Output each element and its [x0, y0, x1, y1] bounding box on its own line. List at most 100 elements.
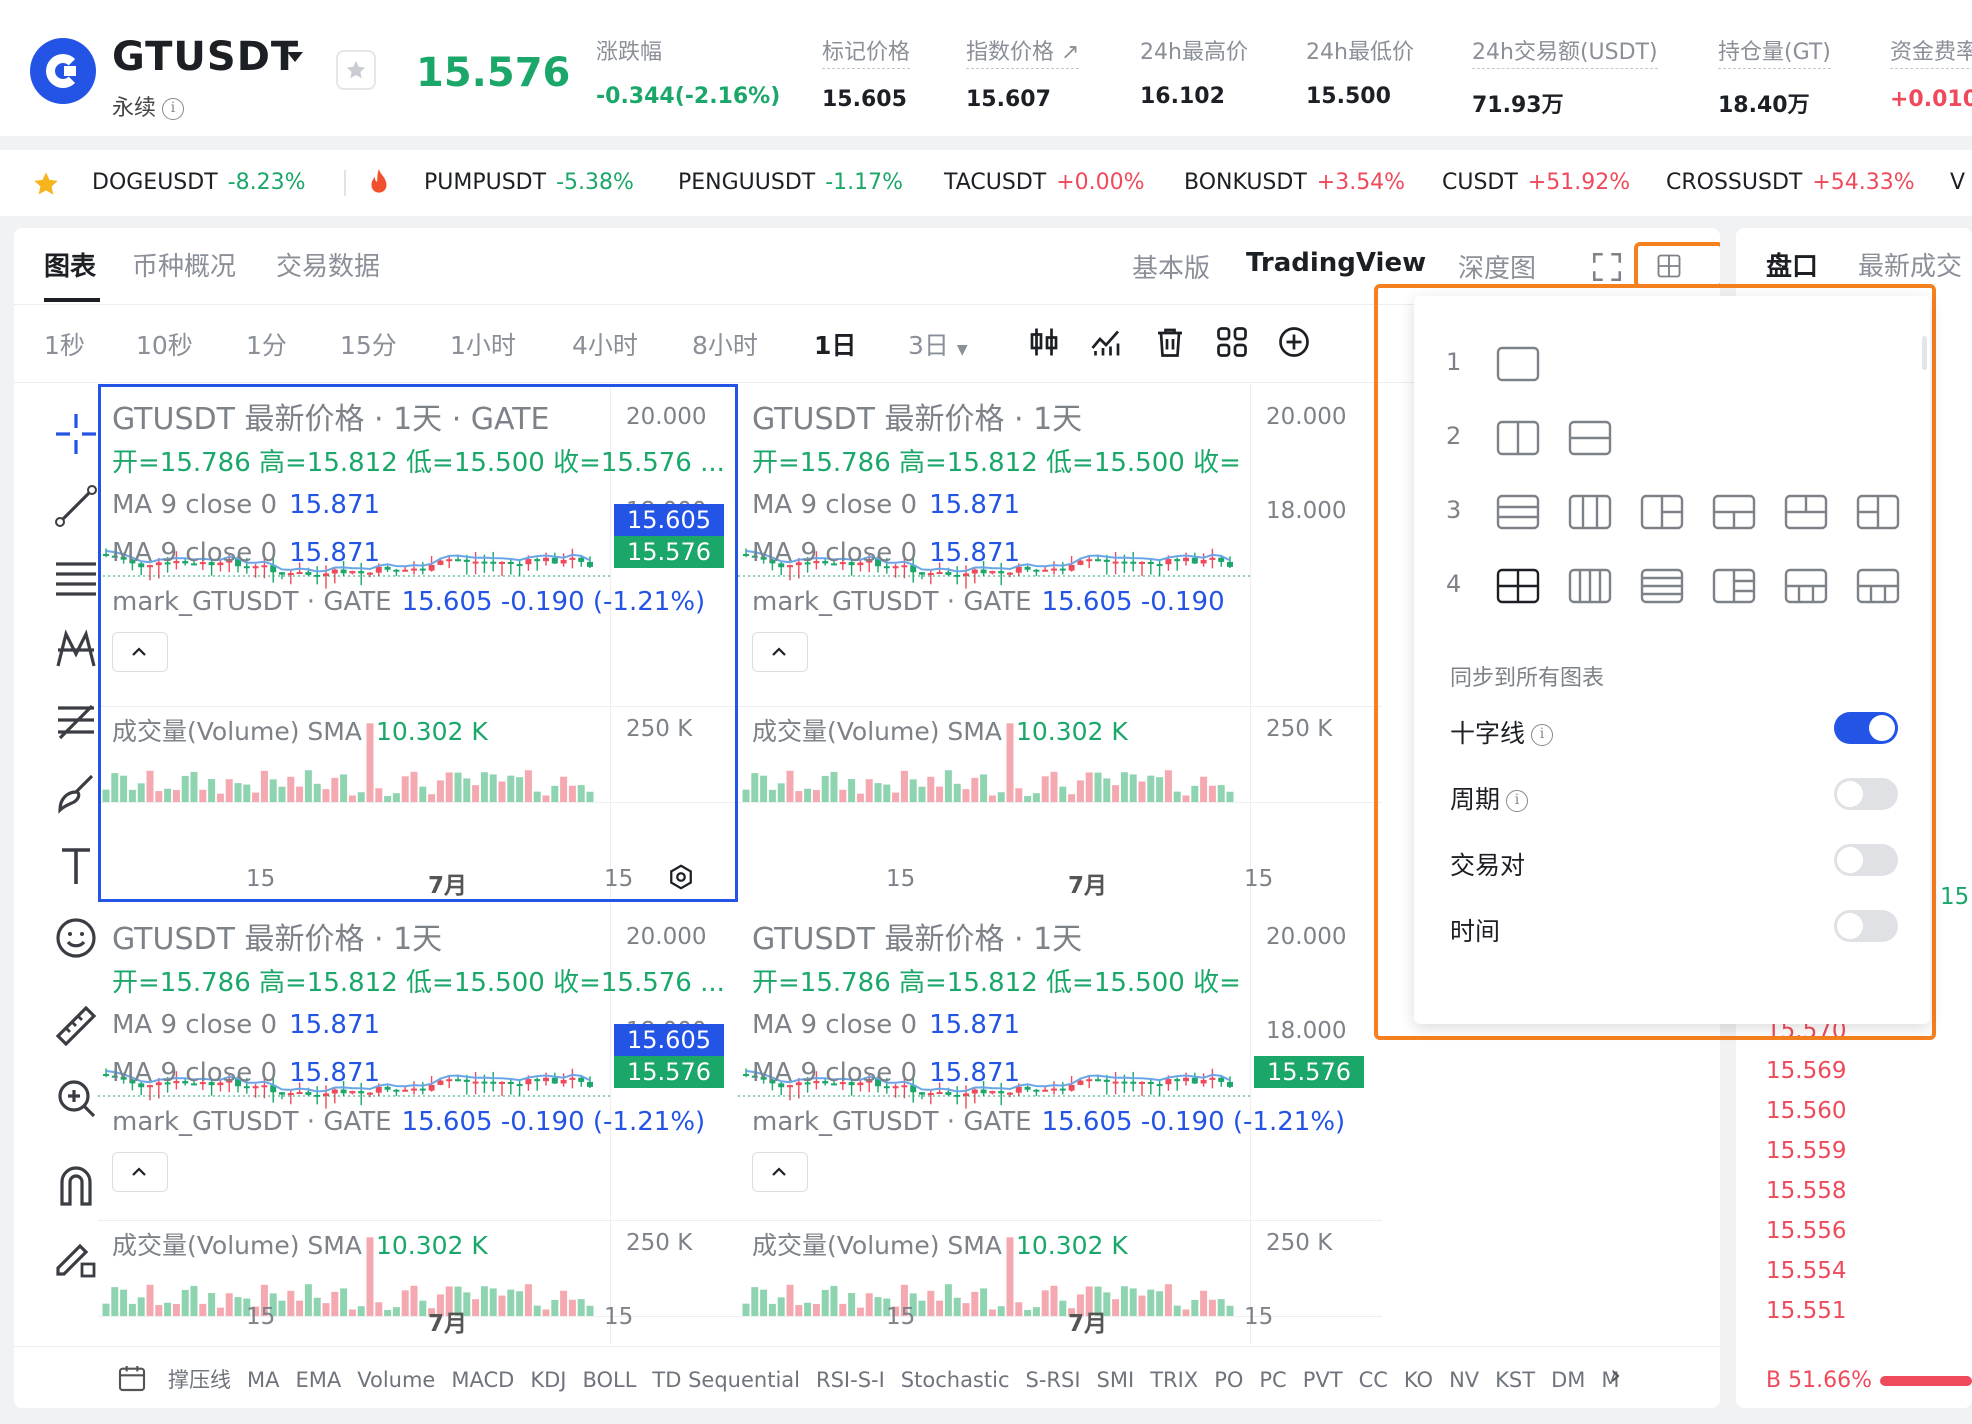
collapse-legend-button[interactable] [112, 1152, 168, 1192]
info-icon[interactable]: i [162, 98, 185, 120]
sync-toggle[interactable] [1834, 712, 1898, 744]
ask-price[interactable]: 15.551 [1766, 1298, 1846, 1324]
info-icon[interactable]: i [1531, 724, 1554, 746]
tab-chart[interactable]: 图表 [44, 246, 96, 283]
interval-1h[interactable]: 1小时 [450, 326, 516, 362]
ticker-item[interactable]: V [1950, 170, 1965, 195]
indicator-item[interactable]: Stochastic [901, 1368, 1010, 1392]
indicator-item[interactable]: MA [247, 1368, 279, 1392]
scrollbar[interactable] [1922, 336, 1927, 370]
ticker-item[interactable]: PENGUUSDT -1.17% [678, 170, 903, 195]
layout-option-icon[interactable] [1640, 494, 1684, 530]
fullscreen-icon[interactable] [1590, 250, 1624, 284]
indicator-item[interactable]: NV [1449, 1368, 1479, 1392]
indicator-item[interactable]: PVT [1303, 1368, 1343, 1392]
delete-icon[interactable] [1152, 324, 1188, 360]
symbol-dropdown-icon[interactable] [287, 52, 303, 62]
tab-trading-data[interactable]: 交易数据 [276, 246, 380, 283]
view-depth[interactable]: 深度图 [1458, 248, 1536, 285]
indicator-item[interactable]: 撑压线 [168, 1368, 231, 1392]
fib-icon[interactable] [52, 698, 100, 746]
interval-8h[interactable]: 8小时 [692, 326, 758, 362]
interval-1s[interactable]: 1秒 [44, 326, 85, 362]
ask-price[interactable]: 15.554 [1766, 1258, 1846, 1284]
tab-coin-overview[interactable]: 币种概况 [132, 246, 236, 283]
pattern-icon[interactable] [52, 626, 100, 674]
indicator-item[interactable]: KDJ [530, 1368, 566, 1392]
indicator-item[interactable]: PC [1259, 1368, 1286, 1392]
indicator-item[interactable]: Volume [357, 1368, 435, 1392]
layout-option-icon[interactable] [1568, 568, 1612, 604]
indicator-item[interactable]: MACD [451, 1368, 514, 1392]
layout-option-icon[interactable] [1712, 568, 1756, 604]
layout-option-icon[interactable] [1568, 494, 1612, 530]
interval-10s[interactable]: 10秒 [136, 326, 193, 362]
indicator-item[interactable]: BOLL [582, 1368, 636, 1392]
interval-1m[interactable]: 1分 [246, 326, 287, 362]
candle-type-icon[interactable] [1026, 324, 1062, 360]
layout-option-icon[interactable] [1784, 568, 1828, 604]
interval-4h[interactable]: 4小时 [572, 326, 638, 362]
magnet-icon[interactable] [52, 1162, 100, 1210]
tab-orderbook[interactable]: 盘口 [1766, 246, 1818, 283]
layout-option-icon[interactable] [1496, 346, 1540, 382]
indicator-item[interactable]: RSI-S-I [816, 1368, 885, 1392]
crosshair-icon[interactable] [52, 410, 100, 458]
settings-icon[interactable] [666, 862, 696, 892]
indicator-item[interactable]: DM [1551, 1368, 1585, 1392]
layout-option-icon[interactable] [1856, 494, 1900, 530]
chevron-right-icon[interactable]: › [1610, 1358, 1621, 1391]
chart-pane[interactable]: GTUSDT 最新价格 · 1天 开=15.786 高=15.812 低=15.… [98, 904, 742, 1344]
indicator-item[interactable]: S-RSI [1026, 1368, 1081, 1392]
interval-3d[interactable]: 3日 ▼ [908, 326, 968, 362]
indicators-icon[interactable] [1088, 324, 1124, 360]
ticker-item[interactable]: PUMPUSDT -5.38% [424, 170, 634, 195]
interval-1d[interactable]: 1日 [814, 326, 856, 362]
zoom-in-icon[interactable] [52, 1074, 100, 1122]
calendar-icon[interactable] [116, 1362, 148, 1394]
ticker-item[interactable]: CROSSUSDT +54.33% [1666, 170, 1915, 195]
layout-option-icon[interactable] [1784, 494, 1828, 530]
ask-price[interactable]: 15.558 [1766, 1178, 1846, 1204]
sync-toggle[interactable] [1834, 778, 1898, 810]
add-icon[interactable] [1276, 324, 1312, 360]
ruler-icon[interactable] [52, 1002, 100, 1050]
brush-icon[interactable] [52, 770, 100, 818]
sync-toggle[interactable] [1834, 844, 1898, 876]
sync-toggle[interactable] [1834, 910, 1898, 942]
layout-option-icon[interactable] [1640, 568, 1684, 604]
ask-price[interactable]: 15.560 [1766, 1098, 1846, 1124]
ticker-item[interactable]: TACUSDT +0.00% [944, 170, 1145, 195]
indicator-item[interactable]: KO [1404, 1368, 1433, 1392]
ticker-item[interactable]: DOGEUSDT -8.23% [92, 170, 305, 195]
chart-pane[interactable]: GTUSDT 最新价格 · 1天 开=15.786 高=15.812 低=15.… [738, 904, 1382, 1344]
emoji-icon[interactable] [52, 914, 100, 962]
horizontal-lines-icon[interactable] [52, 554, 100, 602]
indicator-item[interactable]: KST [1495, 1368, 1535, 1392]
layout-button-highlight[interactable] [1634, 242, 1720, 288]
indicator-item[interactable]: EMA [295, 1368, 341, 1392]
info-icon[interactable]: i [1506, 790, 1529, 812]
collapse-legend-button[interactable] [112, 632, 168, 672]
ask-price[interactable]: 15.569 [1766, 1058, 1846, 1084]
text-icon[interactable] [52, 842, 100, 890]
indicator-item[interactable]: SMI [1097, 1368, 1135, 1392]
layout-option-icon[interactable] [1568, 420, 1612, 456]
collapse-legend-button[interactable] [752, 1152, 808, 1192]
ask-price[interactable]: 15.559 [1766, 1138, 1846, 1164]
view-tradingview[interactable]: TradingView [1246, 248, 1426, 278]
layout-option-icon[interactable] [1712, 494, 1756, 530]
ticker-item[interactable]: CUSDT +51.92% [1442, 170, 1630, 195]
layout-option-icon[interactable] [1496, 494, 1540, 530]
view-basic[interactable]: 基本版 [1132, 248, 1210, 285]
interval-15m[interactable]: 15分 [340, 326, 397, 362]
tab-recent-trades[interactable]: 最新成交 [1858, 246, 1962, 283]
trend-line-icon[interactable] [52, 482, 100, 530]
chart-pane[interactable]: GTUSDT 最新价格 · 1天 · GATE 开=15.786 高=15.81… [98, 384, 742, 906]
lock-drawing-icon[interactable] [52, 1234, 100, 1282]
indicator-item[interactable]: CC [1359, 1368, 1388, 1392]
chart-pane[interactable]: GTUSDT 最新价格 · 1天 开=15.786 高=15.812 低=15.… [738, 384, 1382, 906]
layout-option-icon[interactable] [1496, 420, 1540, 456]
layout-option-icon[interactable] [1496, 568, 1540, 604]
ticker-item[interactable]: BONKUSDT +3.54% [1184, 170, 1405, 195]
